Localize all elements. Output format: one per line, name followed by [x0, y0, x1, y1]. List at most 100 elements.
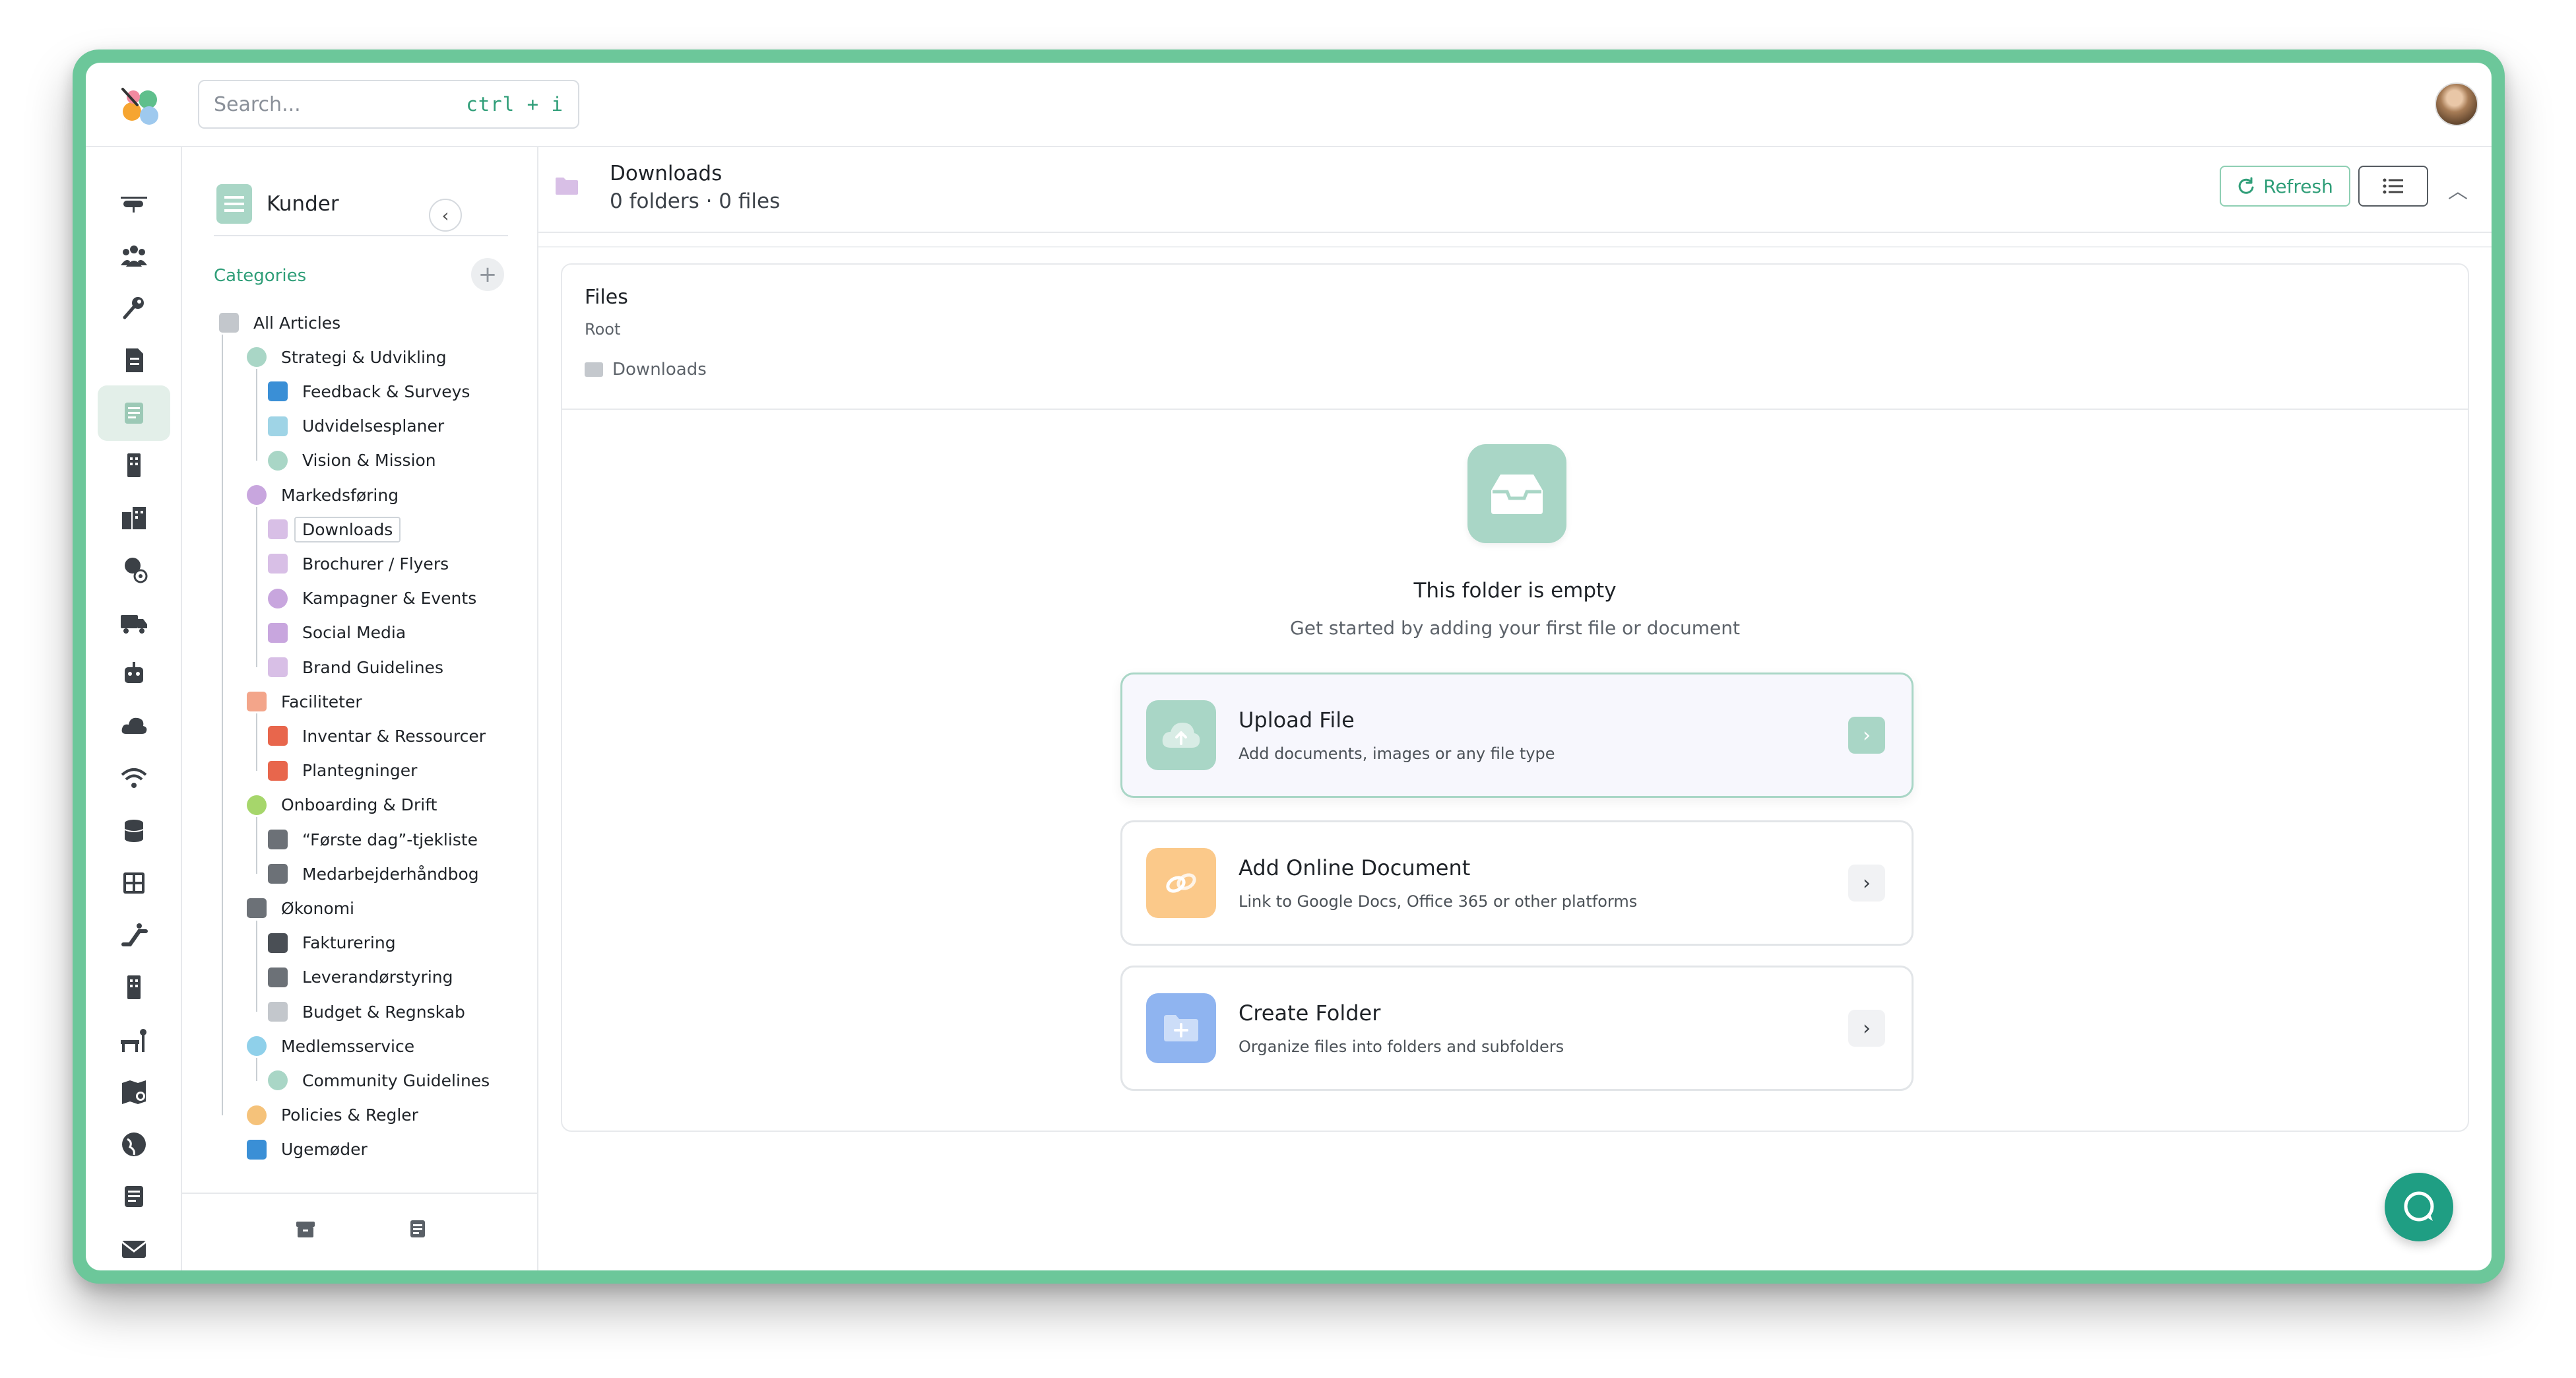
chevron-up-icon[interactable]: ︿ [2448, 175, 2468, 204]
add-online-document-button[interactable]: Add Online Document Link to Google Docs,… [1120, 820, 1914, 946]
panel-title: Kunder [267, 192, 339, 216]
archive-icon[interactable] [294, 1218, 317, 1240]
tree-item-sub[interactable]: Fakturering [268, 926, 396, 960]
rail-item-user-settings[interactable] [112, 548, 156, 591]
category-panel: Kunder Categories + All Articles Strategi… [182, 147, 538, 1270]
user-settings-icon [125, 558, 148, 583]
refresh-label: Refresh [2263, 175, 2333, 197]
app-logo[interactable] [117, 82, 165, 130]
rail-item-city[interactable] [112, 496, 156, 539]
calculator-icon [268, 830, 288, 849]
collapse-panel-button[interactable]: ‹ [429, 199, 462, 232]
tree-guide-line [256, 920, 257, 1012]
tree-item-label: Inventar & Ressourcer [302, 726, 486, 746]
tree-item-sub[interactable]: Vision & Mission [268, 443, 436, 478]
refresh-button[interactable]: Refresh [2220, 166, 2350, 207]
tree-item-label: Medarbejderhåndbog [302, 864, 479, 884]
rail-item-office[interactable] [112, 966, 156, 1009]
breadcrumb-item[interactable]: Downloads [612, 360, 707, 379]
truck-icon [121, 615, 147, 634]
list-view-button[interactable] [2358, 166, 2428, 207]
notes-icon[interactable] [406, 1218, 429, 1240]
breadcrumb[interactable]: Downloads [585, 360, 707, 379]
tree-item[interactable]: Ugemøder [247, 1132, 368, 1167]
rail-item-building[interactable] [112, 443, 156, 487]
chat-button[interactable] [2385, 1173, 2453, 1241]
rail-item-grid[interactable] [112, 861, 156, 905]
divider [538, 246, 2492, 247]
globe-icon [268, 588, 288, 608]
rail-item-cloud[interactable] [112, 704, 156, 748]
rail-item-document[interactable] [112, 339, 156, 382]
tree-item[interactable]: Strategi & Udvikling [247, 340, 447, 374]
upload-file-button[interactable]: Upload File Add documents, images or any… [1120, 673, 1914, 798]
grid-icon [247, 692, 267, 712]
tree-item-sub[interactable]: Feedback & Surveys [268, 374, 470, 409]
pie-chart-icon [247, 347, 267, 368]
tree-item-sub[interactable]: Brochurer / Flyers [268, 546, 449, 581]
refresh-icon [2238, 177, 2254, 194]
tree-item-sub[interactable]: Leverandørstyring [268, 960, 453, 995]
rail-item-article[interactable] [98, 385, 170, 441]
rail-item-helicopter[interactable] [112, 183, 156, 226]
rocket-icon [247, 1139, 267, 1160]
add-category-button[interactable]: + [471, 258, 504, 291]
warning-icon [247, 1105, 267, 1125]
search-placeholder: Search... [214, 92, 301, 116]
dots-grid-icon [268, 760, 288, 781]
rail-item-mail[interactable] [112, 1227, 156, 1270]
list-icon [2383, 178, 2403, 194]
rail-item-escalator[interactable] [112, 913, 156, 957]
chevron-right-icon[interactable]: › [1848, 865, 1885, 902]
tree-item-sub[interactable]: Plantegninger [268, 754, 417, 788]
tree-item-sub[interactable]: Social Media [268, 616, 406, 650]
tree-item[interactable]: Økonomi [247, 891, 354, 925]
folder-counts: 0 folders · 0 files [610, 189, 781, 213]
chevron-right-icon[interactable]: › [1848, 717, 1885, 754]
create-folder-button[interactable]: Create Folder Organize files into folder… [1120, 966, 1914, 1091]
rail-item-workspace[interactable] [112, 1018, 156, 1062]
rail-item-truck[interactable] [112, 600, 156, 643]
tree-item-sub[interactable]: Udvidelsesplaner [268, 409, 444, 443]
tree-item[interactable]: Medlemsservice [247, 1029, 414, 1063]
rail-item-wifi[interactable] [112, 757, 156, 801]
icon-rail [86, 147, 182, 1270]
tree-item[interactable]: Onboarding & Drift [247, 788, 437, 822]
tree-item[interactable]: Policies & Regler [247, 1098, 418, 1132]
rail-item-map-pin[interactable] [112, 1070, 156, 1114]
tree-item-label: Policies & Regler [281, 1105, 418, 1125]
rail-item-database[interactable] [112, 809, 156, 853]
tree-item-label: Medlemsservice [281, 1036, 415, 1056]
tree-item-label: Brand Guidelines [302, 657, 443, 677]
tree-item-sub[interactable]: Inventar & Ressourcer [268, 719, 486, 753]
tree-item[interactable]: Faciliteter [247, 684, 362, 719]
tree-item-label: Økonomi [281, 898, 354, 918]
tree-item-sub[interactable]: Budget & Regnskab [268, 995, 465, 1029]
tree-guide-line [256, 369, 257, 461]
rail-item-robot[interactable] [112, 652, 156, 696]
avatar[interactable] [2435, 82, 2478, 126]
users-icon [121, 246, 147, 267]
tree-item[interactable]: All Articles [219, 306, 340, 340]
tree-item-sub[interactable]: Downloads [268, 512, 401, 546]
rail-item-notes[interactable] [112, 1175, 156, 1218]
tree-item-sub[interactable]: “Første dag”-tjekliste [268, 822, 478, 857]
rail-item-globe[interactable] [112, 1123, 156, 1166]
tree-item-sub[interactable]: Kampagner & Events [268, 581, 476, 616]
leaf-icon [247, 795, 267, 815]
tree-guide-line [256, 507, 257, 668]
tree-item-sub[interactable]: Community Guidelines [268, 1063, 490, 1098]
search-input[interactable]: Search... ctrl + i [198, 80, 579, 129]
tree-item-sub[interactable]: Brand Guidelines [268, 650, 443, 684]
files-card: Files Root Downloads This folder is empt… [561, 263, 2469, 1132]
tree-item-sub[interactable]: Medarbejderhåndbog [268, 857, 479, 891]
files-title: Files [585, 286, 628, 309]
tree-item-label: Ugemøder [281, 1140, 368, 1160]
rail-item-key[interactable] [112, 286, 156, 330]
tree-item[interactable]: Markedsføring [247, 478, 399, 512]
rail-item-users[interactable] [112, 234, 156, 278]
tree-item-label: Onboarding & Drift [281, 795, 437, 815]
chevron-right-icon[interactable]: › [1848, 1010, 1885, 1047]
tree-item-label: Plantegninger [302, 761, 418, 781]
folder-icon [556, 178, 578, 195]
